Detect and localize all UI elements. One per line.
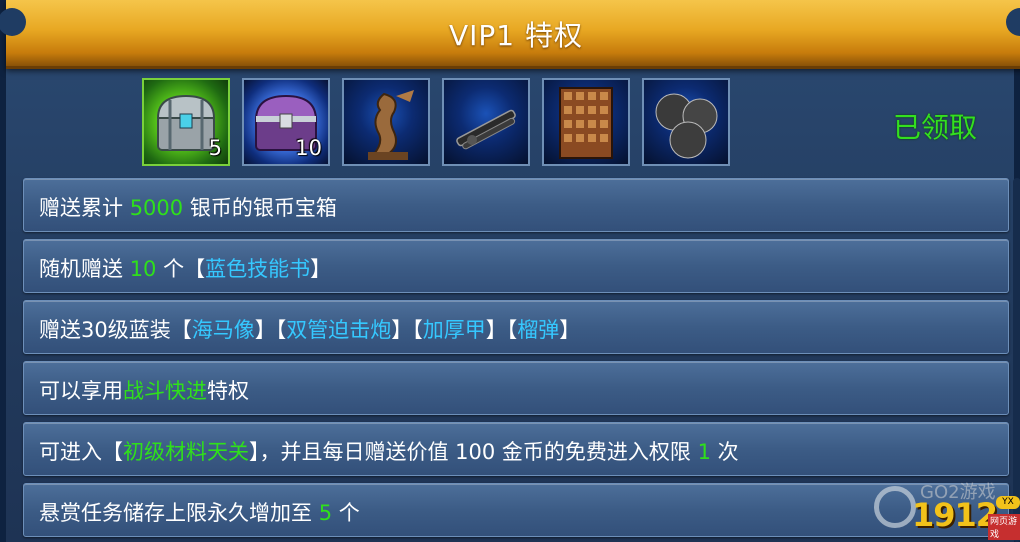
watermark-number: 1912 [912, 496, 998, 534]
benefit-row: 悬赏任务储存上限永久增加至 5 个 [23, 483, 1009, 537]
highlight-text: 5000 [129, 196, 184, 220]
benefit-text: 可以享用战斗快进特权 [39, 375, 249, 405]
item-silver-chest[interactable]: 5 [142, 78, 230, 166]
item-purple-chest[interactable]: 10 [242, 78, 330, 166]
cannonball-icon [655, 93, 718, 159]
benefit-text-part: 赠送累计 [39, 196, 130, 220]
item-count: 10 [295, 136, 322, 160]
title-bar: VIP1 特权 [0, 0, 1020, 69]
benefit-text-part: 】 [310, 257, 332, 281]
mortar-icon [456, 109, 516, 150]
benefit-text: 随机赠送 10 个【蓝色技能书】 [39, 253, 331, 283]
benefit-text: 赠送30级蓝装【海马像】【双管迫击炮】【加厚甲】【榴弹】 [39, 314, 580, 344]
benefit-row: 赠送累计 5000 银币的银币宝箱 [23, 178, 1009, 232]
benefit-text-part: 】【 [391, 318, 423, 342]
armor-plate-icon [559, 87, 613, 159]
seahorse-statue-icon [368, 90, 414, 160]
swirl-logo-icon [874, 486, 916, 528]
benefit-text-part: 可进入【 [39, 440, 123, 464]
benefit-text: 赠送累计 5000 银币的银币宝箱 [39, 192, 337, 222]
benefit-text-part: 】【 [485, 318, 518, 342]
highlight-text: 5 [318, 501, 333, 525]
vip-privilege-panel: VIP1 特权 5 10 已领取 赠送累计 5000 银币的银币宝箱 随机赠送 … [0, 0, 1020, 542]
benefit-text-part: 随机赠送 [39, 257, 130, 281]
benefit-row: 可进入【初级材料天关】，并且每日赠送价值 100 金币的免费进入权限 1 次 [23, 422, 1009, 476]
panel-title: VIP1 特权 [448, 19, 583, 52]
item-shrapnel-shells[interactable] [642, 78, 730, 166]
benefit-text: 悬赏任务储存上限永久增加至 5 个 [39, 497, 360, 527]
benefit-text-part: 次 [710, 440, 739, 464]
benefit-row: 随机赠送 10 个【蓝色技能书】 [23, 239, 1009, 293]
benefit-text-part: 】【 [254, 318, 287, 342]
benefit-text-part: 个【 [156, 257, 206, 281]
highlight-text: 1 [697, 440, 711, 464]
benefit-text-part: 可以享用 [39, 379, 123, 403]
benefit-row: 赠送30级蓝装【海马像】【双管迫击炮】【加厚甲】【榴弹】 [23, 300, 1009, 354]
highlight-text: 初级材料天关 [123, 440, 249, 464]
benefit-text-part: 银币的银币宝箱 [183, 196, 337, 220]
item-link-text[interactable]: 加厚甲 [423, 318, 486, 342]
item-link-text[interactable]: 双管迫击炮 [286, 318, 391, 342]
item-link-text[interactable]: 海马像 [192, 318, 255, 342]
watermark-sub: 网页游戏 [988, 514, 1020, 540]
benefit-text-part: 】 [559, 318, 581, 342]
claimed-status: 已领取 [893, 111, 978, 144]
item-seahorse-statue[interactable] [342, 78, 430, 166]
item-link-text[interactable]: 榴弹 [517, 318, 559, 342]
watermark-badge: YX [996, 496, 1020, 509]
item-link-text[interactable]: 蓝色技能书 [205, 257, 310, 281]
highlight-text: 10 [129, 257, 157, 281]
benefit-text-part: 悬赏任务储存上限永久增加至 [39, 501, 319, 525]
item-count: 5 [208, 136, 222, 160]
watermark: GO2游戏 1912 YX 网页游戏 [874, 478, 1020, 540]
item-double-mortar[interactable] [442, 78, 530, 166]
benefit-row: 可以享用战斗快进特权 [23, 361, 1009, 415]
item-thickened-armor[interactable] [542, 78, 630, 166]
benefit-text-part: 特权 [207, 379, 249, 403]
benefit-text-part: 】，并且每日赠送价值 100 金币的免费进入权限 [249, 440, 698, 464]
benefit-text-part: 赠送30级蓝装【 [39, 318, 192, 342]
highlight-text: 战斗快进 [123, 379, 207, 403]
benefit-text: 可进入【初级材料天关】，并且每日赠送价值 100 金币的免费进入权限 1 次 [39, 436, 739, 466]
benefit-text-part: 个 [332, 501, 360, 525]
